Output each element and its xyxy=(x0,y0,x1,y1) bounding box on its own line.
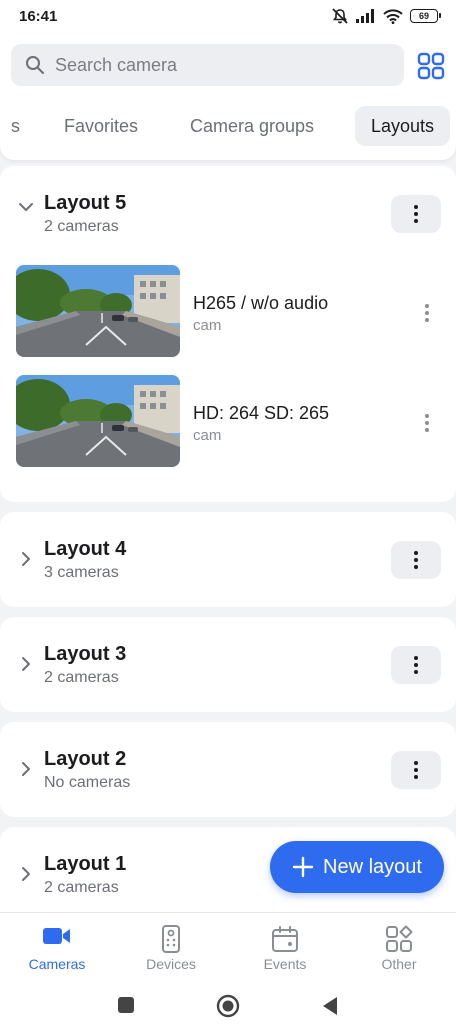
nav-events[interactable]: Events xyxy=(228,913,342,981)
home-icon[interactable] xyxy=(216,994,240,1018)
grid-view-button[interactable] xyxy=(417,52,445,80)
camera-thumbnail xyxy=(16,375,180,467)
camera-menu-button[interactable] xyxy=(420,411,434,435)
recents-icon[interactable] xyxy=(117,996,135,1014)
layout-camera-count: 3 cameras xyxy=(44,564,119,581)
bottom-navigation: Cameras Devices Events Other xyxy=(0,912,456,980)
more-vertical-icon xyxy=(425,304,429,322)
layout-menu-button[interactable] xyxy=(391,646,441,684)
camera-row[interactable]: H265 / w/o audio cam xyxy=(0,265,456,365)
nav-cameras[interactable]: Cameras xyxy=(0,913,114,981)
tab-bar: s Favorites Camera groups Layouts xyxy=(0,94,456,160)
chevron-right-icon xyxy=(22,867,30,881)
camera-subtitle: cam xyxy=(193,317,222,334)
calendar-icon xyxy=(272,926,298,952)
status-bar: 16:41 69 xyxy=(0,0,456,34)
layout-card-2[interactable]: Layout 2 No cameras xyxy=(0,722,456,817)
layout-camera-count: 2 cameras xyxy=(44,218,119,235)
mute-bell-icon xyxy=(332,8,348,24)
status-icons: 69 xyxy=(331,8,441,24)
grid-view-icon xyxy=(417,52,445,80)
layout-menu-button[interactable] xyxy=(391,195,441,233)
nav-label: Events xyxy=(263,956,307,972)
system-navigation-bar xyxy=(0,980,456,1032)
search-box[interactable] xyxy=(11,44,404,86)
camera-row[interactable]: HD: 264 SD: 265 cam xyxy=(0,375,456,475)
nav-label: Devices xyxy=(146,956,196,972)
camera-title: HD: 264 SD: 265 xyxy=(193,403,330,423)
search-icon xyxy=(26,56,44,74)
header xyxy=(0,34,456,94)
layout-menu-button[interactable] xyxy=(391,751,441,789)
more-vertical-icon xyxy=(425,414,429,432)
camera-title: H265 / w/o audio xyxy=(193,293,329,313)
tab-cameras-partial[interactable]: s xyxy=(11,106,20,146)
signal-icon xyxy=(356,9,374,23)
tab-camera-groups[interactable]: Camera groups xyxy=(190,106,314,146)
search-input[interactable] xyxy=(55,54,375,76)
layout-camera-count: 2 cameras xyxy=(44,879,119,896)
nav-other[interactable]: Other xyxy=(342,913,456,981)
battery-level: 69 xyxy=(418,11,429,21)
more-vertical-icon xyxy=(414,656,418,674)
new-layout-label: New layout xyxy=(323,855,422,878)
wifi-icon xyxy=(383,8,403,24)
more-vertical-icon xyxy=(414,761,418,779)
layout-camera-count: No cameras xyxy=(44,774,131,791)
layout-card-3[interactable]: Layout 3 2 cameras xyxy=(0,617,456,712)
chevron-right-icon xyxy=(22,552,30,566)
back-icon[interactable] xyxy=(321,996,339,1016)
camera-menu-button[interactable] xyxy=(420,301,434,325)
nav-devices[interactable]: Devices xyxy=(114,913,228,981)
layout-card-5: Layout 5 2 cameras H265 / w/o audio cam … xyxy=(0,166,456,502)
nav-label: Cameras xyxy=(28,956,86,972)
layout-menu-button[interactable] xyxy=(391,541,441,579)
battery-icon: 69 xyxy=(410,9,441,23)
camera-thumbnail xyxy=(16,265,180,357)
remote-control-icon xyxy=(162,925,180,953)
chevron-right-icon xyxy=(22,657,30,671)
video-camera-icon xyxy=(43,928,70,944)
more-vertical-icon xyxy=(414,551,418,569)
plus-icon xyxy=(292,856,314,878)
chevron-right-icon xyxy=(22,762,30,776)
layout-name: Layout 2 xyxy=(44,748,127,770)
layout-name: Layout 5 xyxy=(44,192,127,214)
more-vertical-icon xyxy=(414,205,418,223)
layout-name: Layout 1 xyxy=(44,853,127,875)
tab-layouts[interactable]: Layouts xyxy=(355,106,451,146)
status-time: 16:41 xyxy=(19,8,58,25)
layout-camera-count: 2 cameras xyxy=(44,669,119,686)
chevron-down-icon xyxy=(19,203,33,211)
apps-grid-icon xyxy=(386,925,413,952)
layout-card-4[interactable]: Layout 4 3 cameras xyxy=(0,512,456,607)
nav-label: Other xyxy=(381,956,417,972)
new-layout-button[interactable]: New layout xyxy=(270,841,444,893)
layout-name: Layout 4 xyxy=(44,538,127,560)
layout-name: Layout 3 xyxy=(44,643,127,665)
layout-header[interactable]: Layout 5 2 cameras xyxy=(0,166,456,256)
tab-favorites[interactable]: Favorites xyxy=(64,106,138,146)
camera-subtitle: cam xyxy=(193,427,222,444)
